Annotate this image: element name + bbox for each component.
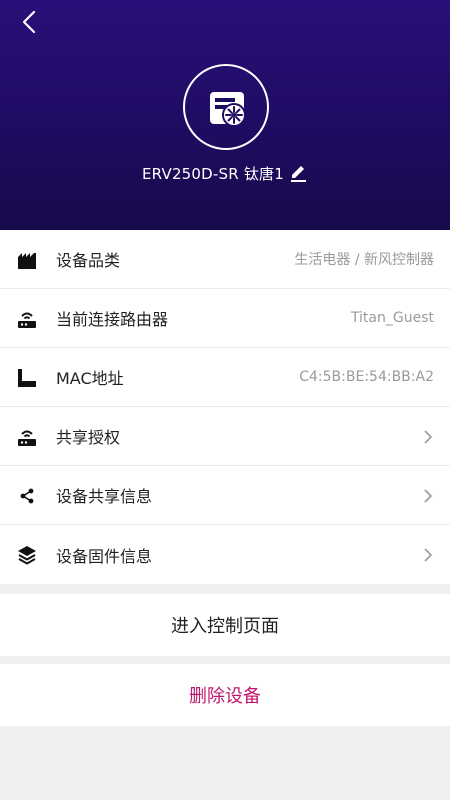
mac-icon [18, 369, 36, 387]
share-icon [20, 488, 34, 504]
row-router: 当前连接路由器 Titan_Guest [0, 289, 450, 348]
row-value: C4:5B:BE:54:BB:A2 [299, 369, 434, 385]
row-device-share-info[interactable]: 设备共享信息 [0, 466, 450, 525]
row-label: 设备品类 [56, 251, 121, 270]
category-icon [18, 253, 36, 269]
chevron-right-icon [424, 430, 433, 444]
chevron-right-icon [424, 489, 433, 503]
edit-pencil-icon[interactable] [288, 163, 308, 183]
device-avatar [183, 64, 269, 150]
row-label: 设备共享信息 [56, 487, 153, 506]
row-label: 当前连接路由器 [56, 310, 169, 329]
row-value: 生活电器 / 新风控制器 [294, 252, 434, 268]
router-icon [18, 312, 36, 328]
row-value: Titan_Guest [350, 310, 434, 326]
device-info-list: 设备品类 生活电器 / 新风控制器 当前连接路由器 Titan_Guest MA… [0, 230, 450, 584]
enter-control-button[interactable]: 进入控制页面 [0, 594, 450, 656]
enter-control-label: 进入控制页面 [171, 616, 279, 637]
row-device-category: 设备品类 生活电器 / 新风控制器 [0, 230, 450, 289]
delete-device-label: 删除设备 [189, 686, 261, 707]
layers-icon [18, 546, 36, 565]
device-name-row: ERV250D-SR 钛唐1 [0, 160, 450, 186]
share-auth-icon [18, 430, 36, 446]
row-label: 共享授权 [56, 428, 121, 447]
device-name: ERV250D-SR 钛唐1 [142, 164, 284, 183]
fresh-air-device-icon [210, 92, 246, 127]
row-firmware-info[interactable]: 设备固件信息 [0, 525, 450, 584]
back-arrow-icon[interactable] [14, 6, 46, 38]
chevron-right-icon [424, 548, 433, 562]
row-label: MAC地址 [56, 369, 124, 388]
row-label: 设备固件信息 [56, 546, 153, 566]
device-header: ERV250D-SR 钛唐1 [0, 0, 450, 230]
delete-device-button[interactable]: 删除设备 [0, 664, 450, 726]
row-share-authorization[interactable]: 共享授权 [0, 407, 450, 466]
row-mac-address: MAC地址 C4:5B:BE:54:BB:A2 [0, 348, 450, 407]
